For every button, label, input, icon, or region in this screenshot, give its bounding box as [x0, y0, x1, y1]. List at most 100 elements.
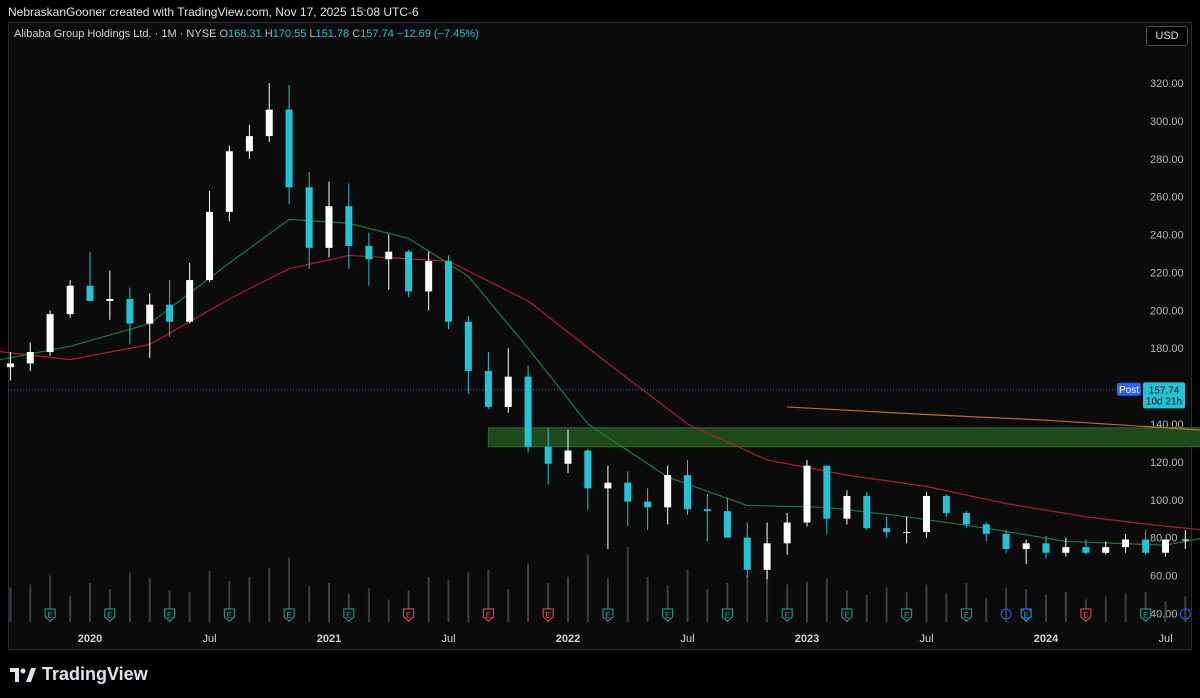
volume-bar: [706, 589, 709, 622]
volume-bar: [387, 599, 390, 622]
y-tick-label: 260.00: [1150, 192, 1184, 204]
earnings-event-label: E: [545, 611, 550, 620]
candle-body: [664, 475, 672, 508]
volume-bar: [29, 584, 32, 622]
candle-body: [604, 482, 612, 489]
earnings-event-label: E: [784, 611, 789, 620]
ema-green-line: [0, 218, 1200, 546]
earnings-event-label: E: [605, 611, 610, 620]
candle-body: [305, 187, 313, 248]
candle-body: [863, 495, 871, 529]
candle-body: [106, 299, 114, 301]
candle-body: [166, 304, 174, 322]
y-tick-label: 100.00: [1150, 495, 1184, 507]
candle-body: [843, 495, 851, 519]
volume-bar: [308, 586, 311, 622]
candle-body: [186, 280, 194, 322]
candle-body: [126, 299, 134, 324]
volume-bar: [367, 588, 370, 622]
volume-bar: [507, 589, 510, 622]
x-tick-label: 2021: [317, 633, 341, 645]
candle-body: [66, 285, 74, 315]
candle-body: [903, 531, 911, 533]
y-tick-label: 320.00: [1150, 78, 1184, 90]
candle-body: [484, 370, 492, 407]
volume-bar: [626, 547, 629, 622]
candle-body: [982, 524, 990, 534]
volume-bar: [328, 583, 330, 622]
y-tick-label: 120.00: [1150, 457, 1184, 469]
symbol-name: Alibaba Group Holdings Ltd. · 1M · NYSE: [14, 28, 217, 40]
candle-body: [365, 245, 373, 260]
candle-body: [644, 501, 652, 508]
volume-bar: [646, 577, 649, 622]
earnings-event-label: E: [725, 611, 730, 620]
x-tick-label: 2022: [556, 633, 580, 645]
x-tick-label: Jul: [919, 633, 933, 645]
earnings-event-label: E: [904, 611, 909, 620]
volume-bar: [945, 593, 948, 622]
currency-button[interactable]: USD: [1146, 26, 1188, 46]
candle-body: [883, 528, 891, 532]
candle-body: [584, 450, 592, 489]
candle-body: [684, 475, 691, 510]
candle-body: [524, 376, 532, 447]
candle-body: [1181, 539, 1189, 541]
volume-bar: [806, 581, 808, 622]
candle-body: [544, 446, 552, 464]
earnings-event-label: E: [844, 611, 849, 620]
footer-brand: TradingView: [10, 664, 148, 685]
volume-bar: [427, 577, 430, 622]
candle-body: [1042, 543, 1050, 553]
earnings-event-label: E: [1083, 611, 1088, 620]
y-tick-label: 60.00: [1150, 571, 1178, 583]
candle-body: [1162, 539, 1169, 553]
earnings-event-label: E: [167, 611, 172, 620]
volume-bar: [527, 563, 530, 622]
x-tick-label: 2020: [78, 633, 102, 645]
candle-body: [86, 285, 94, 301]
candle-body: [823, 465, 831, 519]
y-tick-label: 200.00: [1150, 305, 1184, 317]
candle-body: [1082, 547, 1090, 553]
candle-body: [504, 376, 512, 407]
candle-body: [385, 251, 393, 260]
earnings-event-label: E: [227, 611, 232, 620]
y-tick-label: 240.00: [1150, 230, 1184, 242]
x-tick-label: 2023: [795, 633, 819, 645]
earnings-event-label: E: [286, 611, 291, 620]
volume-bar: [1104, 596, 1107, 622]
volume-bar: [248, 577, 251, 622]
volume-bar: [148, 578, 151, 622]
y-tick-label: 300.00: [1150, 116, 1184, 128]
candle-body: [425, 261, 433, 292]
y-tick-label: 40.00: [1150, 608, 1178, 620]
volume-bar: [1005, 587, 1008, 622]
candle-body: [1062, 547, 1070, 553]
volume-bar: [567, 577, 569, 622]
footer-brand-label: TradingView: [42, 664, 148, 684]
volume-bar: [1124, 593, 1127, 622]
volume-bar: [188, 592, 191, 622]
y-tick-label: 280.00: [1150, 154, 1184, 166]
volume-bar: [825, 578, 828, 622]
candle-body: [723, 511, 731, 538]
price-chart[interactable]: 320.00 300.00 280.00 260.00 240.00 220.00 200.…: [0, 0, 1200, 698]
volume-bar: [1045, 595, 1047, 622]
volume-bar: [69, 595, 72, 622]
volume-bar: [89, 583, 91, 622]
candle-body: [743, 537, 751, 570]
x-tick-label: Jul: [202, 633, 216, 645]
candle-body: [6, 363, 14, 368]
open-value: 168.31: [228, 28, 262, 40]
candle-body: [1002, 533, 1010, 549]
earnings-event-label: E: [1143, 611, 1148, 620]
candle-body: [265, 109, 273, 137]
candle-body: [325, 206, 333, 248]
volume-bar: [865, 595, 868, 622]
high-label: H: [264, 28, 273, 40]
earnings-event-label: E: [47, 611, 52, 620]
earnings-event-label: E: [107, 611, 112, 620]
close-value: 157.74: [360, 28, 394, 40]
candle-body: [1122, 539, 1130, 548]
